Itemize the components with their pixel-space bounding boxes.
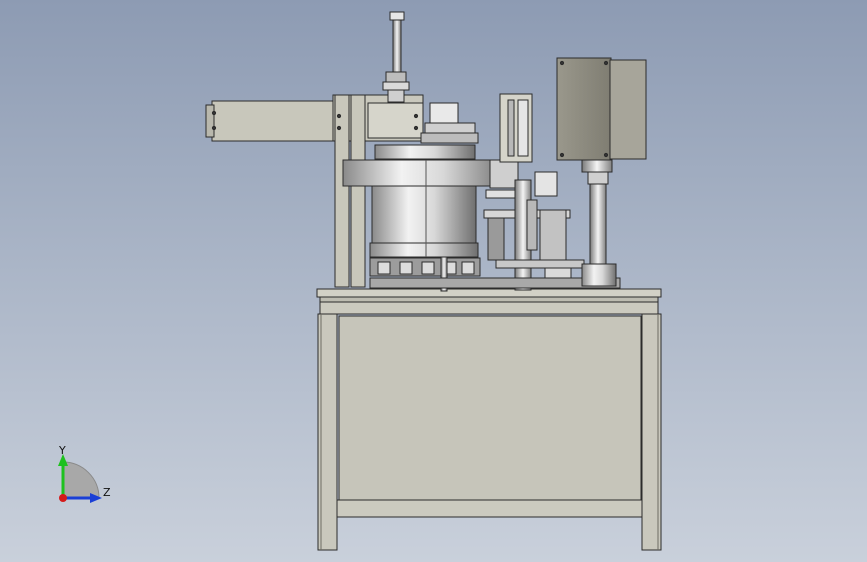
- bowl-cap-top: [429, 102, 459, 124]
- horizontal-arm: [211, 100, 337, 142]
- vertical-post-left: [334, 94, 350, 288]
- x-axis-dot: [59, 494, 67, 502]
- z-axis-label: Z: [103, 486, 111, 499]
- axis-triad: Y Z: [58, 444, 111, 503]
- vertical-post-mid: [350, 94, 366, 288]
- arm-end-cap: [205, 104, 215, 138]
- table-top-lip: [319, 296, 659, 303]
- cabinet-panel: [338, 315, 642, 501]
- cabinet-bottom-rail: [336, 499, 643, 518]
- table-top-plate: [316, 288, 662, 298]
- triad-quadrant: [62, 461, 100, 499]
- support-column: [581, 159, 617, 287]
- control-box-side: [609, 59, 647, 160]
- top-air-cylinder: [382, 11, 410, 103]
- cad-viewport[interactable]: Y Z: [0, 0, 867, 562]
- control-box: [556, 57, 647, 161]
- machine-table: [316, 288, 662, 551]
- control-box-front: [556, 57, 612, 161]
- table-top-rail: [319, 301, 659, 315]
- y-axis-label: Y: [58, 444, 66, 457]
- bowl-body: [371, 185, 477, 245]
